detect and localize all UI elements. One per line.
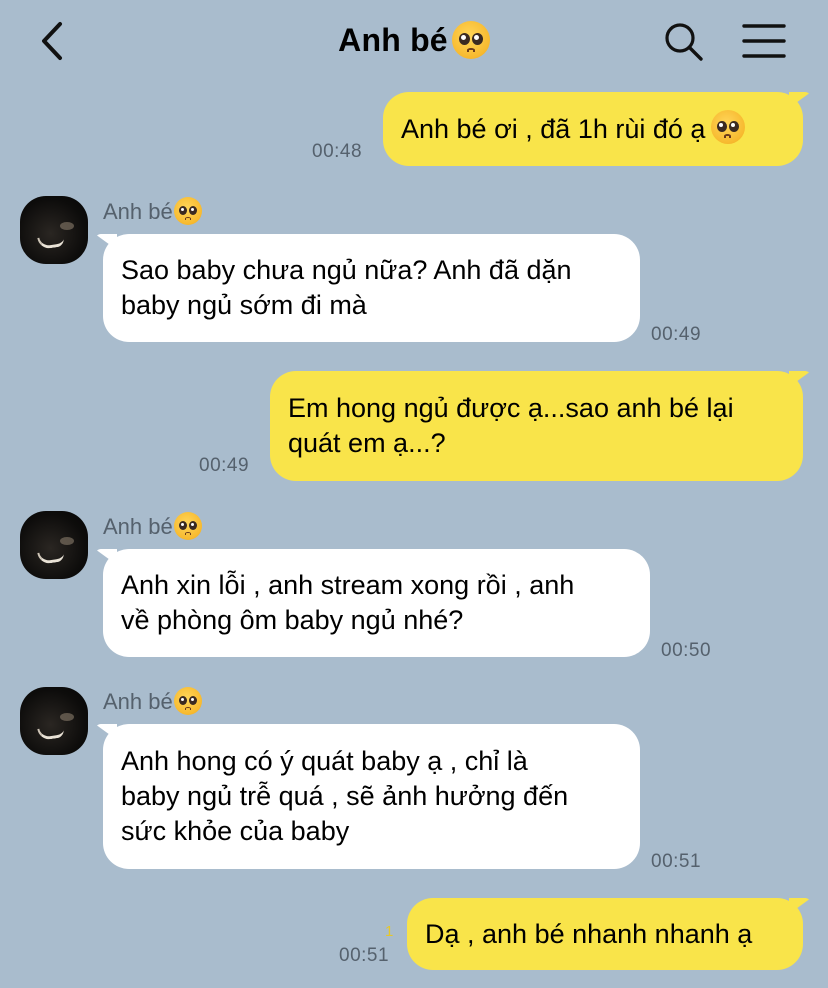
unread-count: 1: [385, 923, 394, 940]
sender-name: Anh bé: [103, 686, 202, 715]
message-text: Anh bé ơi , đã 1h rùi đó ạ: [401, 113, 706, 144]
incoming-message-bubble[interactable]: Sao baby chưa ngủ nữa? Anh đã dặn baby n…: [95, 234, 640, 342]
message-time: 00:49: [651, 324, 702, 345]
sender-name: Anh bé: [103, 196, 202, 225]
sender-name-text: Anh bé: [103, 199, 173, 224]
sender-name: Anh bé: [103, 511, 202, 540]
message-time: 00:48: [312, 141, 363, 162]
message-text: Em hong ngủ được ạ...sao anh bé lại quát…: [288, 393, 734, 458]
pleading-face-emoji: [451, 20, 490, 59]
pleading-face-emoji: [711, 110, 746, 144]
message-text: Anh xin lỗi , anh stream xong rồi , anh …: [121, 570, 575, 635]
pleading-face-emoji: [173, 511, 202, 540]
pleading-face-emoji: [173, 686, 202, 715]
contact-avatar[interactable]: [20, 511, 88, 579]
chat-title-text: Anh bé: [338, 22, 448, 58]
search-icon[interactable]: [662, 20, 706, 64]
message-text: Anh hong có ý quát baby ạ , chỉ là baby …: [121, 746, 569, 846]
contact-avatar[interactable]: [20, 196, 88, 264]
hamburger-menu-icon[interactable]: [742, 22, 786, 60]
outgoing-message-bubble[interactable]: Dạ , anh bé nhanh nhanh ạ: [407, 898, 811, 970]
message-time: 00:49: [199, 455, 250, 476]
message-time: 00:51: [339, 945, 390, 966]
outgoing-message-bubble[interactable]: Em hong ngủ được ạ...sao anh bé lại quát…: [270, 371, 811, 481]
incoming-message-bubble[interactable]: Anh hong có ý quát baby ạ , chỉ là baby …: [95, 724, 640, 869]
message-time: 00:51: [651, 851, 702, 872]
message-text: Dạ , anh bé nhanh nhanh ạ: [425, 918, 753, 949]
contact-avatar[interactable]: [20, 687, 88, 755]
message-time: 00:50: [661, 640, 712, 661]
outgoing-message-bubble[interactable]: Anh bé ơi , đã 1h rùi đó ạ: [383, 92, 811, 166]
chat-header: Anh bé: [0, 0, 828, 84]
message-text: Sao baby chưa ngủ nữa? Anh đã dặn baby n…: [121, 255, 572, 320]
pleading-face-emoji: [173, 196, 202, 225]
sender-name-text: Anh bé: [103, 689, 173, 714]
incoming-message-bubble[interactable]: Anh xin lỗi , anh stream xong rồi , anh …: [95, 549, 650, 657]
sender-name-text: Anh bé: [103, 514, 173, 539]
